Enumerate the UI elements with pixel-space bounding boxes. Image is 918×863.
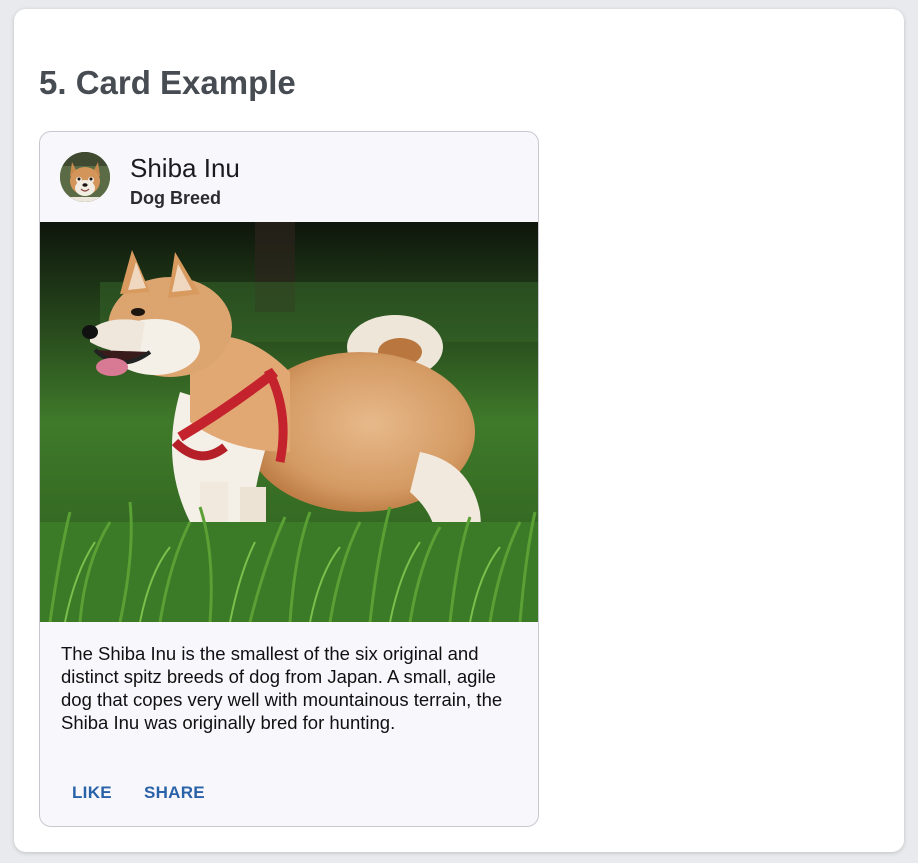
content-panel: 5. Card Example Shiba Inu Dog Breed The … (14, 9, 904, 852)
shiba-inu-avatar-icon (60, 152, 110, 202)
avatar (60, 152, 110, 202)
like-button[interactable]: LIKE (61, 778, 123, 808)
section-title: 5. Card Example (39, 64, 296, 101)
card-actions: LIKE SHARE (61, 778, 216, 808)
share-button[interactable]: SHARE (133, 778, 216, 808)
card-header: Shiba Inu Dog Breed (40, 132, 538, 222)
card-subtitle: Dog Breed (130, 188, 222, 208)
card-media (40, 222, 538, 622)
card-description: The Shiba Inu is the smallest of the six… (61, 643, 503, 733)
shiba-inu-photo-icon (40, 222, 538, 622)
card: Shiba Inu Dog Breed The Shiba Inu is the… (39, 131, 539, 827)
card-title: Shiba Inu (130, 153, 240, 183)
